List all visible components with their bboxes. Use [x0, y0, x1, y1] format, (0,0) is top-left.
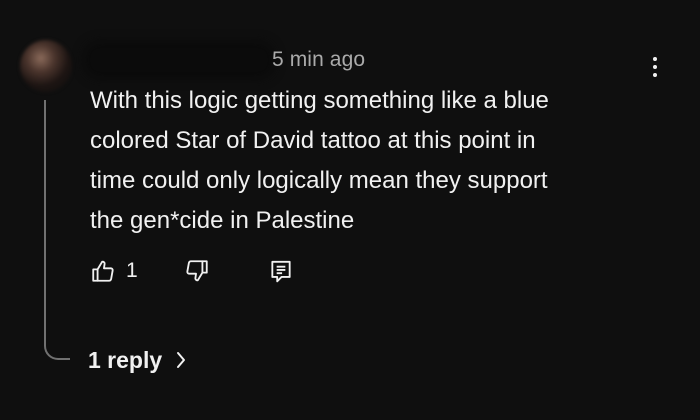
comment-actions: 1 — [90, 254, 294, 288]
comment-thread: 5 min ago With this logic getting someth… — [0, 0, 700, 420]
comment-text-line: With this logic getting something like a… — [90, 87, 549, 114]
comment-text-line: time could only logically mean they supp… — [90, 167, 548, 194]
replies-label: 1 reply — [88, 346, 163, 373]
like-button[interactable]: 1 — [90, 258, 138, 284]
username-redacted[interactable] — [90, 48, 268, 72]
avatar[interactable] — [20, 40, 72, 92]
comment-text-line: the gen*cide in Palestine — [90, 207, 355, 234]
thumb-down-icon — [186, 260, 208, 282]
comment-text-line: colored Star of David tattoo at this poi… — [90, 127, 536, 154]
reply-button[interactable] — [268, 258, 294, 284]
thread-line — [44, 100, 70, 360]
timestamp: 5 min ago — [272, 48, 366, 71]
comment-header: 5 min ago — [90, 46, 365, 74]
comment-text: With this logic getting something like a… — [90, 81, 650, 241]
chevron-right-icon — [174, 349, 188, 371]
more-vert-icon[interactable] — [640, 50, 670, 84]
view-replies-button[interactable]: 1 reply — [88, 343, 188, 377]
like-count: 1 — [126, 259, 138, 282]
dislike-button[interactable] — [184, 258, 210, 284]
thumb-up-icon — [92, 260, 114, 282]
comment-icon — [271, 260, 291, 283]
